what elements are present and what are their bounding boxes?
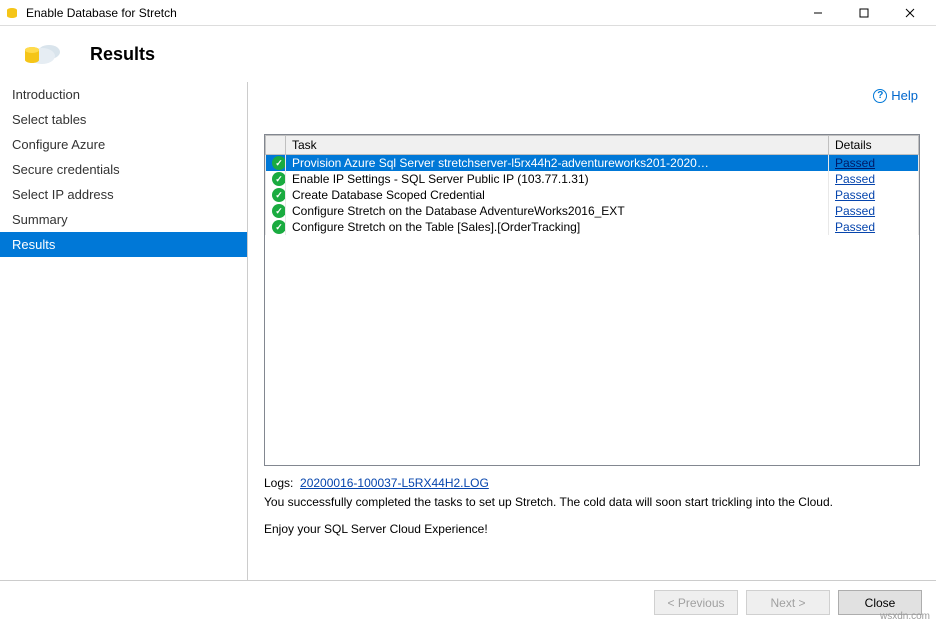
check-circle-icon [272,172,286,186]
column-header-details[interactable]: Details [829,136,919,155]
logs-label: Logs: [264,476,293,490]
task-cell: Enable IP Settings - SQL Server Public I… [286,171,829,187]
details-cell: Passed [829,203,919,219]
wizard-header: Results [0,26,936,82]
help-icon: ? [873,89,887,103]
nav-item-select-tables[interactable]: Select tables [0,107,247,132]
previous-button: < Previous [654,590,738,615]
nav-item-summary[interactable]: Summary [0,207,247,232]
details-cell: Passed [829,155,919,172]
help-link[interactable]: ? Help [873,88,918,103]
check-circle-icon [272,220,286,234]
completion-message-2: Enjoy your SQL Server Cloud Experience! [264,522,920,536]
title-bar: Enable Database for Stretch [0,0,936,26]
check-circle-icon [272,204,286,218]
check-circle-icon [272,156,286,170]
help-label: Help [891,88,918,103]
results-table-container: Task Details Provision Azure Sql Server … [264,134,920,466]
window-title: Enable Database for Stretch [26,6,796,20]
task-cell: Configure Stretch on the Table [Sales].[… [286,219,829,235]
app-icon [4,5,20,21]
status-cell [266,187,286,203]
wizard-nav-sidebar: Introduction Select tables Configure Azu… [0,82,248,580]
details-link[interactable]: Passed [835,188,875,202]
details-link[interactable]: Passed [835,204,875,218]
cloud-database-icon [22,36,62,72]
logs-link[interactable]: 20200016-100037-L5RX44H2.LOG [300,476,489,490]
status-cell [266,219,286,235]
page-title: Results [90,44,155,65]
results-table: Task Details Provision Azure Sql Server … [265,135,919,235]
status-cell [266,171,286,187]
maximize-button[interactable] [842,1,886,25]
close-window-button[interactable] [888,1,932,25]
details-cell: Passed [829,219,919,235]
nav-item-results[interactable]: Results [0,232,247,257]
column-header-task[interactable]: Task [286,136,829,155]
next-button: Next > [746,590,830,615]
check-circle-icon [272,188,286,202]
wizard-footer: < Previous Next > Close [0,580,936,624]
completion-message-1: You successfully completed the tasks to … [264,494,920,510]
minimize-button[interactable] [796,1,840,25]
nav-item-select-ip-address[interactable]: Select IP address [0,182,247,207]
status-cell [266,203,286,219]
watermark: wsxdn.com [880,611,930,622]
details-link[interactable]: Passed [835,156,875,170]
logs-section: Logs: 20200016-100037-L5RX44H2.LOG [264,476,920,490]
details-link[interactable]: Passed [835,220,875,234]
details-cell: Passed [829,171,919,187]
nav-item-introduction[interactable]: Introduction [0,82,247,107]
table-row[interactable]: Provision Azure Sql Server stretchserver… [266,155,919,172]
table-row[interactable]: Configure Stretch on the Table [Sales].[… [266,219,919,235]
nav-item-secure-credentials[interactable]: Secure credentials [0,157,247,182]
task-cell: Configure Stretch on the Database Advent… [286,203,829,219]
task-cell: Provision Azure Sql Server stretchserver… [286,155,829,172]
details-link[interactable]: Passed [835,172,875,186]
table-row[interactable]: Configure Stretch on the Database Advent… [266,203,919,219]
table-row[interactable]: Create Database Scoped Credential Passed [266,187,919,203]
status-cell [266,155,286,172]
column-header-status[interactable] [266,136,286,155]
task-cell: Create Database Scoped Credential [286,187,829,203]
nav-item-configure-azure[interactable]: Configure Azure [0,132,247,157]
main-panel: ? Help Task Details Provision Azure Sql … [248,82,936,580]
table-row[interactable]: Enable IP Settings - SQL Server Public I… [266,171,919,187]
details-cell: Passed [829,187,919,203]
